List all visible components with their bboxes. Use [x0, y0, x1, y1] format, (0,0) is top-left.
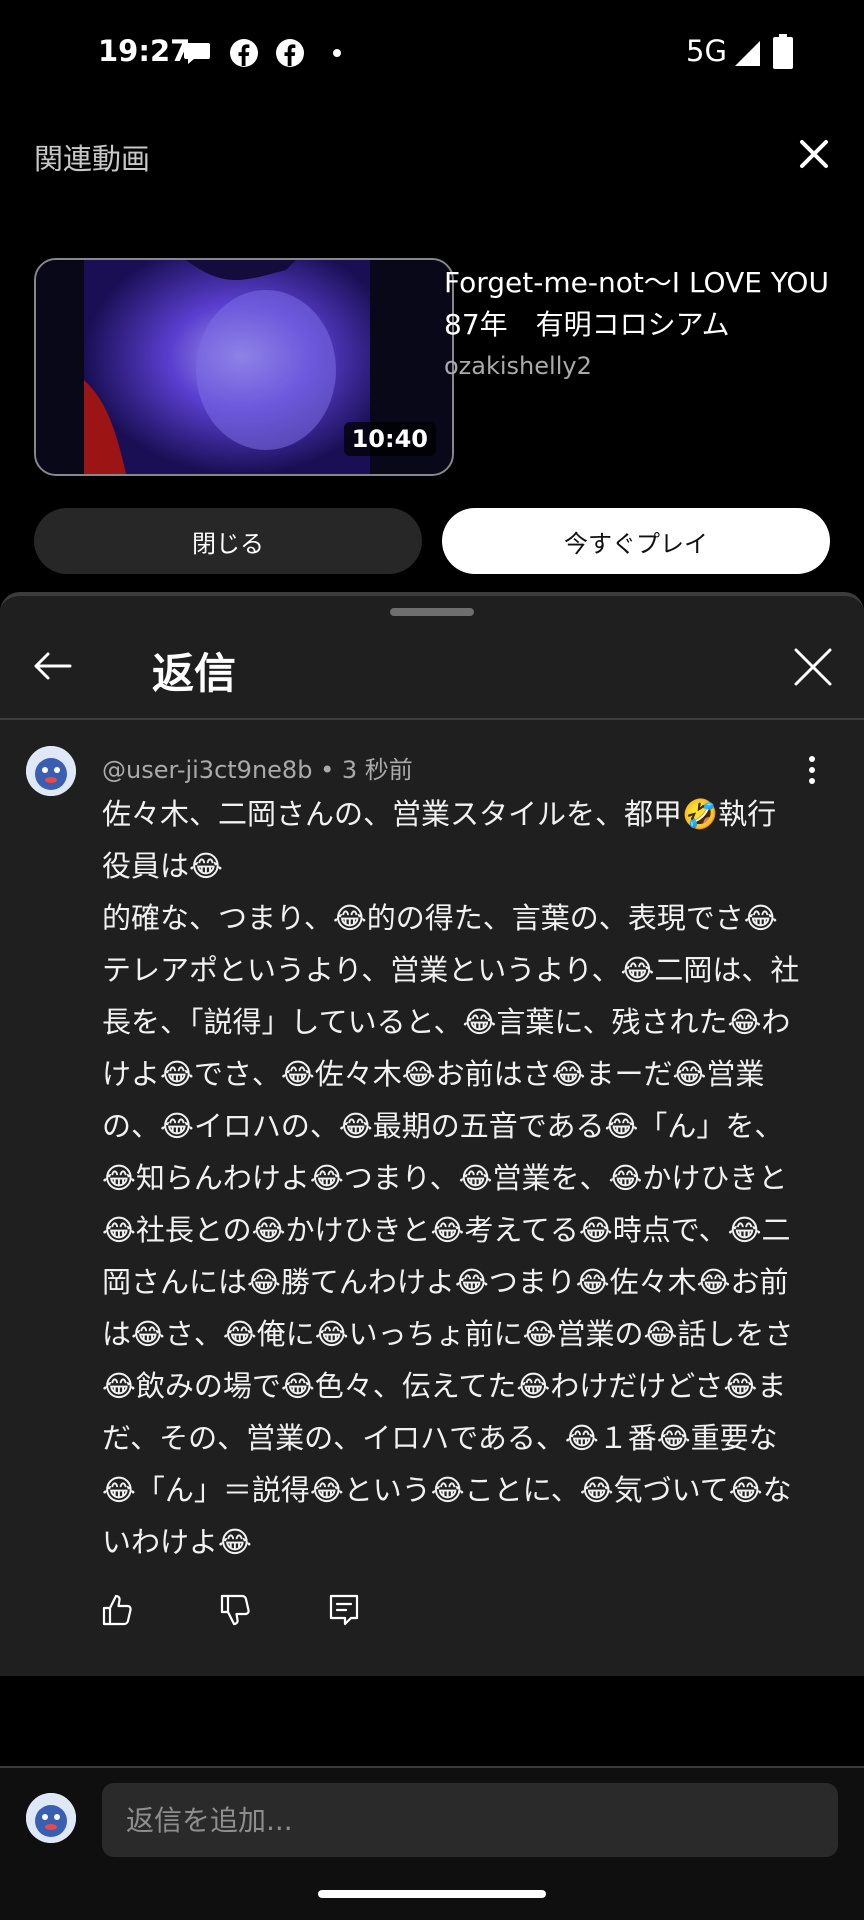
back-arrow-icon[interactable]: [30, 644, 74, 688]
status-time: 19:27: [98, 34, 191, 68]
chat-bubble-icon: [184, 43, 210, 64]
facebook-icon: [230, 39, 258, 67]
facebook-icon: [276, 39, 304, 67]
video-channel[interactable]: ozakishelly2: [444, 352, 592, 380]
close-icon[interactable]: [796, 136, 832, 172]
reply-input[interactable]: [102, 1783, 838, 1857]
video-thumbnail[interactable]: 10:40: [34, 258, 454, 476]
avatar: [26, 1793, 76, 1843]
close-button[interactable]: 閉じる: [34, 508, 422, 574]
network-type: 5G: [686, 34, 727, 68]
comment-text: 佐々木、二岡さんの、営業スタイルを、都甲🤣執行役員は😂 的確な、つまり、😂的の得…: [102, 797, 800, 1559]
video-title[interactable]: Forget-me-not〜I LOVE YOU 87年 有明コロシアム: [444, 262, 844, 346]
thumbs-up-icon[interactable]: [100, 1592, 136, 1628]
video-duration: 10:40: [343, 422, 436, 456]
play-now-button[interactable]: 今すぐプレイ: [442, 508, 830, 574]
comment-author-meta: @user-ji3ct9ne8b • 3 秒前: [102, 756, 413, 784]
divider: [0, 718, 864, 720]
close-icon[interactable]: [792, 646, 834, 688]
home-indicator[interactable]: [318, 1890, 546, 1898]
related-videos-title: 関連動画: [34, 142, 151, 176]
drag-handle[interactable]: [390, 608, 474, 616]
avatar-image: [26, 746, 76, 796]
thumbs-down-icon[interactable]: [218, 1592, 254, 1628]
dot-icon: [333, 49, 341, 57]
signal-icon: [735, 41, 760, 66]
reply-icon[interactable]: [326, 1592, 362, 1628]
avatar[interactable]: [26, 746, 76, 796]
sheet-title: 返信: [152, 649, 237, 698]
battery-icon: [773, 34, 793, 69]
avatar-image: [26, 1793, 76, 1843]
more-vert-icon[interactable]: [800, 752, 824, 788]
